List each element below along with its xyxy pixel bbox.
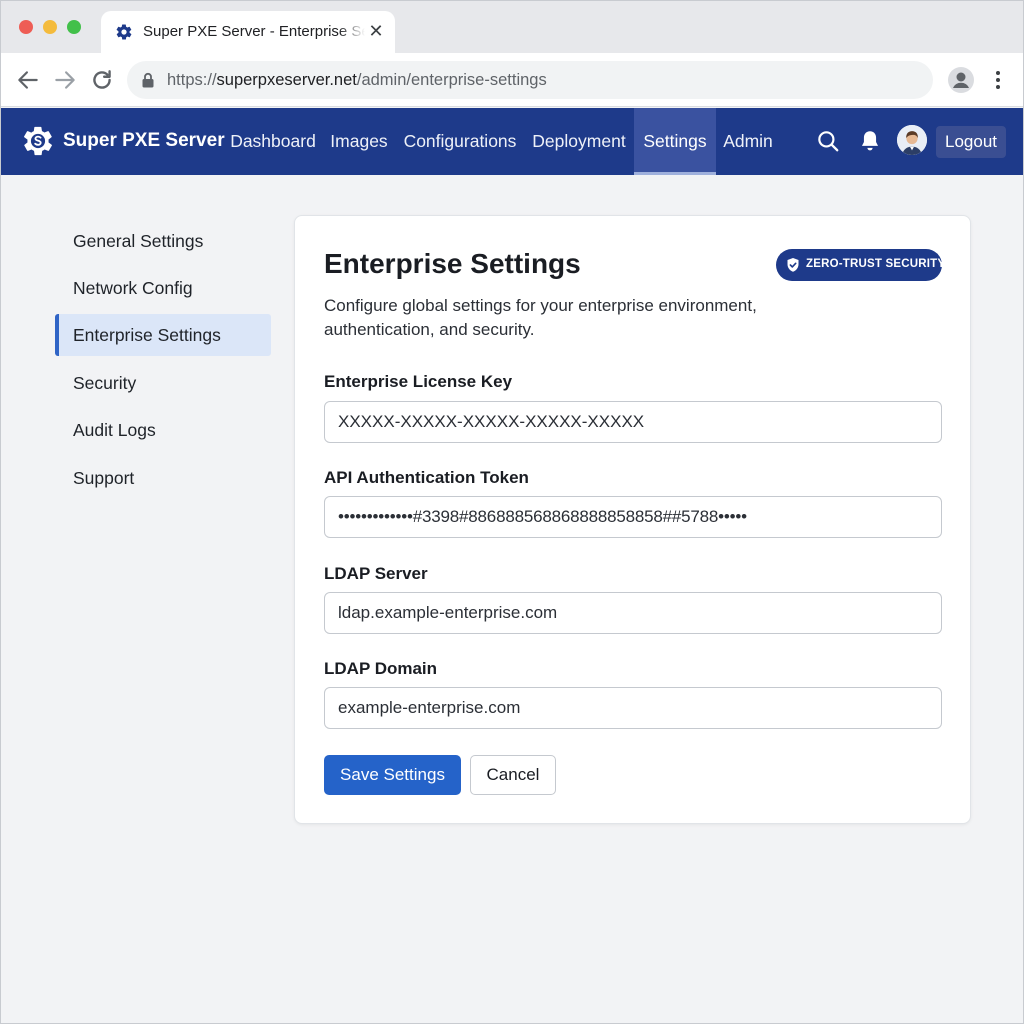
- page-title: Enterprise Settings: [324, 248, 581, 279]
- gear-logo-icon[interactable]: [21, 124, 55, 158]
- license-key-field[interactable]: [324, 401, 942, 443]
- ldap-server-label: LDAP Server: [324, 564, 428, 583]
- sidebar-item-security[interactable]: Security: [55, 362, 271, 404]
- api-token-field[interactable]: [324, 496, 942, 538]
- close-tab-icon[interactable]: ✕: [367, 21, 385, 41]
- nav-admin[interactable]: Admin: [718, 108, 778, 175]
- url-host: superpxeserver.net: [216, 71, 357, 89]
- browser-window: Super PXE Server - Enterprise Settings ✕…: [0, 0, 1024, 1024]
- sidebar-item-network-config[interactable]: Network Config: [55, 267, 271, 309]
- lock-icon[interactable]: [141, 72, 155, 88]
- enterprise-settings-card: Enterprise Settings ZERO-TRUST SECURITY …: [294, 215, 971, 824]
- nav-settings[interactable]: Settings: [634, 108, 716, 175]
- brand-name[interactable]: Super PXE Server: [63, 130, 225, 152]
- app-header: Super PXE Server Dashboard Images Config…: [1, 108, 1023, 175]
- status-badge: ZERO-TRUST SECURITY: [776, 249, 946, 281]
- minimize-window-button[interactable]: [43, 20, 57, 34]
- profile-icon[interactable]: [947, 66, 975, 94]
- arrow-left-icon[interactable]: [15, 67, 41, 93]
- bell-icon[interactable]: [857, 128, 883, 154]
- nav-configurations[interactable]: Configurations: [397, 108, 523, 175]
- sidebar-item-enterprise-settings[interactable]: Enterprise Settings: [55, 314, 271, 356]
- cancel-button[interactable]: Cancel: [470, 755, 556, 795]
- browser-toolbar: https://superpxeserver.net/admin/enterpr…: [1, 53, 1023, 107]
- sidebar-item-general-settings[interactable]: General Settings: [55, 220, 271, 262]
- sidebar-item-audit-logs[interactable]: Audit Logs: [55, 409, 271, 451]
- badge-label: ZERO-TRUST SECURITY: [806, 258, 946, 270]
- sidebar-item-support[interactable]: Support: [55, 457, 271, 499]
- ldap-domain-field[interactable]: [324, 687, 942, 729]
- url-text: https://superpxeserver.net/admin/enterpr…: [167, 71, 547, 90]
- ldap-server-field[interactable]: [324, 592, 942, 634]
- api-token-label: API Authentication Token: [324, 468, 529, 487]
- nav-images[interactable]: Images: [325, 108, 393, 175]
- search-icon[interactable]: [815, 128, 841, 154]
- nav-dashboard[interactable]: Dashboard: [223, 108, 323, 175]
- close-window-button[interactable]: [19, 20, 33, 34]
- tab-title: Super PXE Server - Enterprise Settings: [143, 23, 365, 40]
- shield-check-icon: [787, 258, 799, 272]
- logout-button[interactable]: Logout: [936, 126, 1006, 158]
- tab-strip: Super PXE Server - Enterprise Settings ✕: [1, 1, 1023, 53]
- avatar[interactable]: [897, 125, 927, 155]
- browser-tab[interactable]: Super PXE Server - Enterprise Settings ✕: [101, 11, 395, 53]
- reload-icon[interactable]: [89, 67, 115, 93]
- url-scheme: https://: [167, 71, 217, 89]
- gear-icon: [116, 24, 132, 40]
- address-bar[interactable]: https://superpxeserver.net/admin/enterpr…: [127, 61, 933, 99]
- nav-deployment[interactable]: Deployment: [527, 108, 631, 175]
- kebab-menu-icon[interactable]: [989, 68, 1007, 92]
- maximize-window-button[interactable]: [67, 20, 81, 34]
- license-key-label: Enterprise License Key: [324, 372, 513, 391]
- user-avatar-icon: [897, 125, 927, 155]
- page-description: Configure global settings for your enter…: [324, 296, 757, 339]
- arrow-right-icon[interactable]: [52, 67, 78, 93]
- ldap-domain-label: LDAP Domain: [324, 659, 438, 678]
- url-path: /admin/enterprise-settings: [356, 71, 547, 89]
- save-button[interactable]: Save Settings: [324, 755, 461, 795]
